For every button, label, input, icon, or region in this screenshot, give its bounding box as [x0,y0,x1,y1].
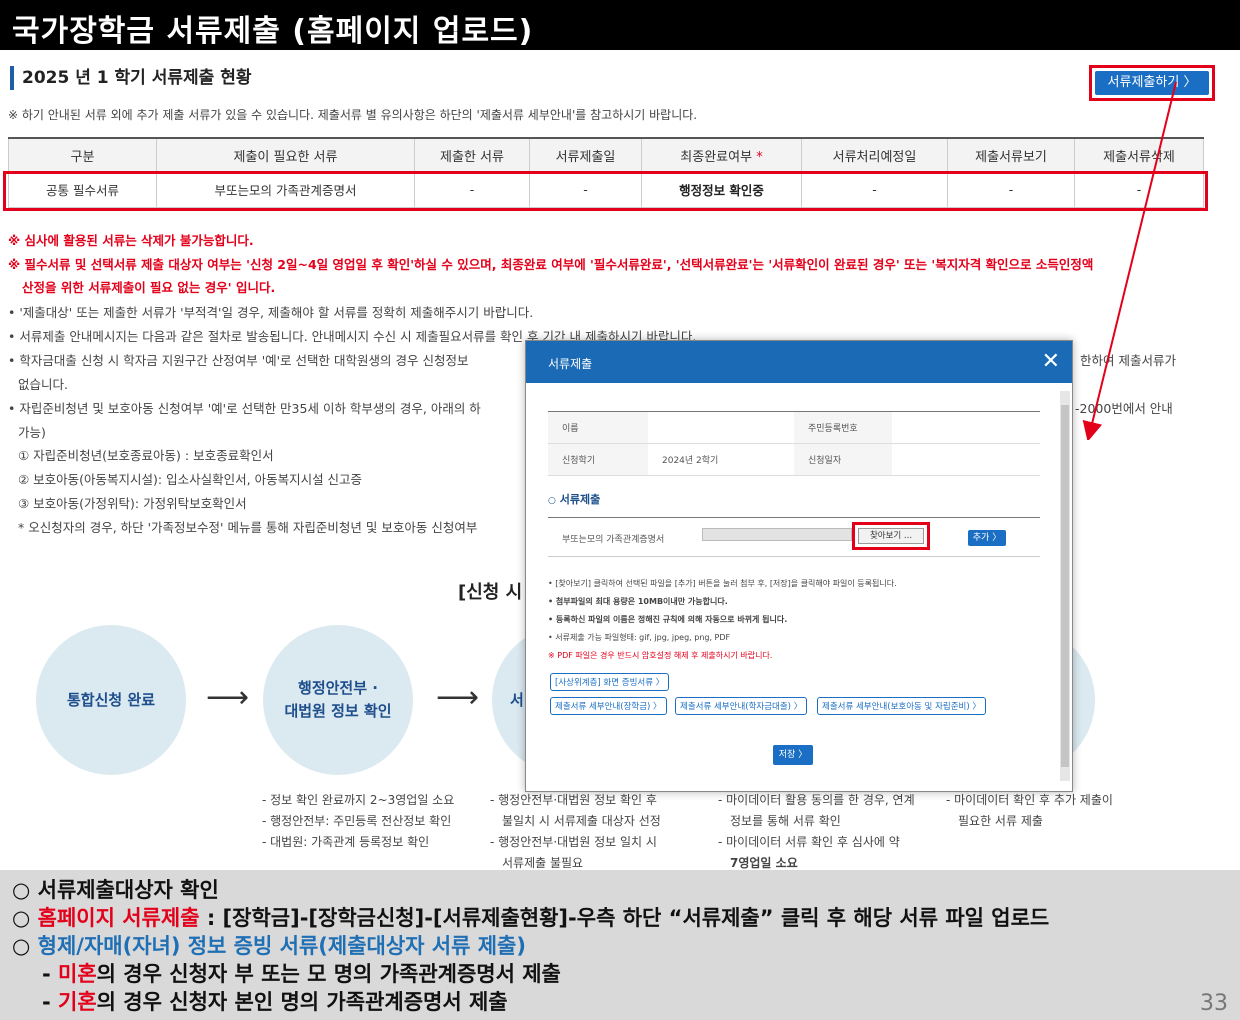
browse-highlight: 찾아보기 ... [852,522,930,550]
info-label: 주민등록번호 [794,411,892,444]
info-text: * 오신청자의 경우, 하단 '가족정보수정' 메뉴를 통해 자립준비청년 및 … [18,520,478,535]
link-button[interactable]: 제출서류 세부안내(장학금) 〉 [550,697,667,715]
step-note: - 마이데이터 확인 후 추가 제출이 필요한 서류 제출 [946,793,1113,828]
modal-section-title: ○ 서류제출 [548,493,601,506]
table-header: 서류제출일 [529,137,642,173]
summary-line: ○ 형제/자매(자녀) 정보 증빙 서류(제출대상자 서류 제출) [12,934,526,958]
step-note: - 마이데이터 활용 동의를 한 경우, 연계 정보를 통해 서류 확인 - 마… [718,793,915,870]
annotation-arrow [1082,81,1177,440]
modal-header: 서류제출 ✕ [526,341,1072,383]
table-header: 제출한 서류 [414,137,530,173]
info-text: • 자립준비청년 및 보호아동 신청여부 '예'로 선택한 만35세 이하 학부… [8,401,481,416]
step-circle: 통합신청 완료 [36,625,186,775]
info-value: 2024년 2학기 [648,443,794,476]
process-title: [신청 시 [458,582,523,603]
arrow-right-icon: ⟶ [206,680,250,715]
row-highlight-box [3,171,1208,211]
warning-text: 산정을 위한 서류제출이 필요 없는 경우' 입니다. [22,280,276,295]
modal-title: 서류제출 [548,357,593,371]
info-label: 신청학기 [548,443,648,476]
step-note: - 정보 확인 완료까지 2~3영업일 소요 - 행정안전부: 주민등록 전산정… [262,793,455,849]
info-text: 없습니다. [18,377,68,392]
step-note: - 행정안전부·대법원 정보 확인 후 불일치 시 서류제출 대상자 선정 - … [490,793,661,870]
save-button[interactable]: 저장 〉 [773,745,813,765]
summary-line: - 기혼의 경우 신청자 본인 명의 가족관계증명서 제출 [42,990,508,1014]
section-heading: 2025 년 1 학기 서류제출 현황 [10,66,252,90]
file-path-input[interactable] [702,528,852,541]
table-header: 제출이 필요한 서류 [156,137,415,173]
arrow-right-icon: ⟶ [436,680,480,715]
modal-scrollbar[interactable] [1060,391,1070,781]
circle-bullet-icon: ○ [548,496,556,506]
summary-line: ○ 서류제출대상자 확인 [12,878,219,902]
info-label: 이름 [548,411,648,444]
table-header: 구분 [8,137,157,173]
info-text: ① 자립준비청년(보호종료아동) : 보호종료확인서 [18,448,274,463]
document-submit-modal: 서류제출 ✕ 이름 주민등록번호 신청학기 2024년 2학기 신청일자 ○ 서… [525,340,1073,792]
table-header: 제출서류보기 [947,137,1075,173]
add-button[interactable]: 추가 〉 [968,530,1006,546]
link-button[interactable]: 제출서류 세부안내(학자금대출) 〉 [675,697,808,715]
doc-name: 부또는모의 가족관계증명서 [562,535,665,545]
link-button[interactable]: [사상위계층] 화면 증빙서류 〉 [550,673,670,691]
warning-text: ※ 필수서류 및 선택서류 제출 대상자 여부는 '신청 2일~4일 영업일 후… [8,257,1094,272]
applicant-info-table: 이름 주민등록번호 신청학기 2024년 2학기 신청일자 [548,411,1040,476]
notice-text: ※ 하기 안내된 서류 외에 추가 제출 서류가 있을 수 있습니다. 제출서류… [8,108,698,122]
link-button[interactable]: 제출서류 세부안내(보호아동 및 자립준비) 〉 [817,697,986,715]
table-header: 서류처리예정일 [801,137,948,173]
file-upload-row: 부또는모의 가족관계증명서 찾아보기 ... 추가 〉 [548,517,1040,557]
summary-line: - 미혼의 경우 신청자 부 또는 모 명의 가족관계증명서 제출 [42,962,561,986]
info-text: • 학자금대출 신청 시 학자금 지원구간 산정여부 '예'로 선택한 대학원생… [8,353,469,368]
info-label: 신청일자 [794,443,892,476]
info-text: ② 보호아동(아동복지시설): 입소사실확인서, 아동복지시설 신고증 [18,472,363,487]
browse-button[interactable]: 찾아보기 ... [858,528,924,544]
summary-line: ○ 홈페이지 서류제출 : [장학금]-[장학금신청]-[서류제출현황]-우측 … [12,906,1050,930]
page-title: 국가장학금 서류제출 (홈페이지 업로드) [0,0,1240,50]
warning-text: ※ 심사에 활용된 서류는 삭제가 불가능합니다. [8,233,254,248]
info-text: • '제출대상' 또는 제출한 서류가 '부적격'일 경우, 제출해야 할 서류… [8,305,534,320]
upload-guide: • [찾아보기] 클릭하여 선택된 파일을 [추가] 버튼을 눌러 첨부 후, … [548,579,897,660]
info-text: 가능) [18,425,46,440]
info-value [892,443,1040,476]
info-value [648,411,794,444]
table-header: 최종완료여부 * [641,137,802,173]
info-text: ③ 보호아동(가정위탁): 가정위탁보호확인서 [18,496,247,511]
scroll-thumb[interactable] [1061,405,1069,767]
page-number: 33 [1200,991,1228,1016]
summary-panel: ○ 서류제출대상자 확인 ○ 홈페이지 서류제출 : [장학금]-[장학금신청]… [0,870,1240,1020]
info-value [892,411,1040,444]
step-circle: 행정안전부 · 대법원 정보 확인 [263,625,413,775]
close-icon[interactable]: ✕ [1042,349,1060,374]
